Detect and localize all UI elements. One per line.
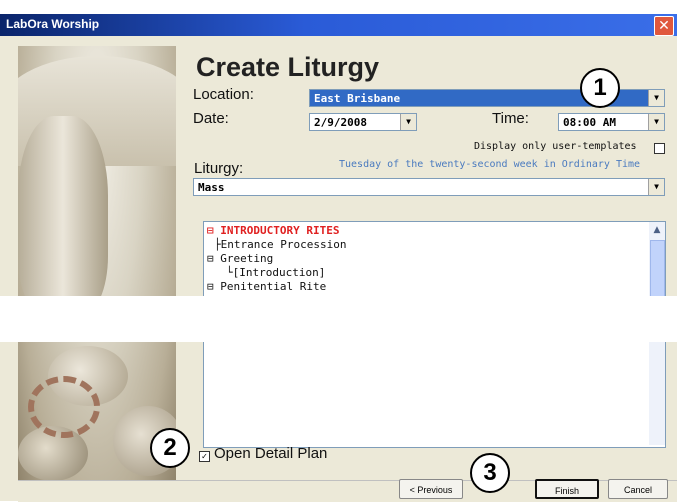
- tree-item-greeting[interactable]: ⊟ Greeting: [207, 252, 273, 265]
- callout-3: 3: [470, 453, 510, 493]
- open-detail-label: Open Detail Plan: [214, 445, 328, 462]
- location-label: Location:: [193, 86, 254, 103]
- date-label: Date:: [193, 110, 229, 127]
- open-detail-checkbox[interactable]: ✓: [199, 451, 210, 462]
- tree-item-introduction[interactable]: └[Introduction]: [226, 266, 325, 279]
- time-select[interactable]: 08:00 AM ▼: [558, 113, 665, 131]
- date-picker[interactable]: 2/9/2008 ▼: [309, 113, 417, 131]
- callout-1: 1: [580, 68, 620, 108]
- chevron-down-icon[interactable]: ▼: [648, 179, 664, 195]
- wizard-window: LabOra Worship ✕ Create Liturgy Location…: [0, 14, 677, 502]
- user-templates-checkbox[interactable]: [654, 143, 665, 154]
- liturgy-select[interactable]: Mass ▼: [193, 178, 665, 196]
- chevron-down-icon[interactable]: ▼: [648, 90, 664, 106]
- date-value: 2/9/2008: [314, 116, 367, 129]
- chevron-down-icon[interactable]: ▼: [648, 114, 664, 130]
- time-value: 08:00 AM: [563, 116, 616, 129]
- location-value: East Brisbane: [314, 92, 401, 105]
- torn-paper-divider: [0, 296, 677, 342]
- scroll-up-icon[interactable]: ▲: [649, 222, 665, 238]
- cancel-button[interactable]: Cancel: [608, 479, 668, 499]
- liturgy-value: Mass: [198, 181, 225, 194]
- previous-button[interactable]: < Previous: [399, 479, 463, 499]
- page-title: Create Liturgy: [196, 52, 380, 82]
- callout-2: 2: [150, 428, 190, 468]
- time-label: Time:: [492, 110, 529, 127]
- liturgical-day-text: Tuesday of the twenty-second week in Ord…: [339, 159, 641, 170]
- tree-item-penitential-rite[interactable]: ⊟ Penitential Rite: [207, 280, 326, 293]
- close-icon[interactable]: ✕: [654, 16, 674, 36]
- liturgy-label: Liturgy:: [194, 160, 244, 177]
- title-bar: LabOra Worship ✕: [0, 14, 677, 36]
- decorative-side-image: [18, 46, 176, 494]
- tree-item-entrance-procession[interactable]: ├Entrance Procession: [214, 238, 346, 251]
- finish-button[interactable]: Finish: [535, 479, 599, 499]
- user-templates-label: Display only user-templates: [474, 141, 637, 152]
- chevron-down-icon[interactable]: ▼: [400, 114, 416, 130]
- window-title: LabOra Worship: [6, 17, 100, 31]
- tree-item-introductory-rites[interactable]: ⊟ INTRODUCTORY RITES: [207, 224, 339, 237]
